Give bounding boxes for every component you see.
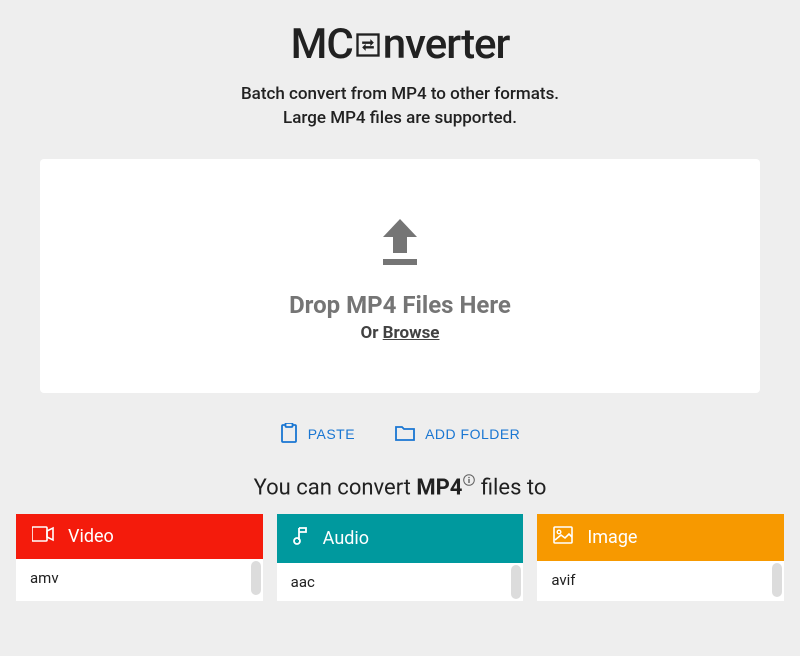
video-camera-icon — [32, 526, 54, 547]
page-subtitle: Batch convert from MP4 to other formats.… — [10, 83, 790, 131]
or-browse-text: Or Browse — [60, 323, 740, 343]
subtitle-line-2: Large MP4 files are supported. — [10, 107, 790, 131]
music-note-icon — [293, 526, 309, 551]
browse-link[interactable]: Browse — [383, 323, 440, 343]
paste-label: PASTE — [308, 426, 355, 442]
folder-icon — [395, 425, 415, 444]
add-folder-button[interactable]: ADD FOLDER — [395, 423, 520, 446]
audio-card-body[interactable]: aac — [277, 563, 524, 601]
video-format-item[interactable]: amv — [30, 569, 59, 587]
video-card: Video amv — [16, 514, 263, 601]
logo-prefix: MC — [291, 20, 353, 69]
audio-card-header: Audio — [277, 514, 524, 563]
scrollbar[interactable] — [251, 561, 261, 595]
image-icon — [553, 526, 573, 549]
image-card-title: Image — [587, 527, 637, 548]
image-card: Image avif — [537, 514, 784, 601]
info-icon[interactable] — [463, 474, 475, 486]
logo: MC nverter — [10, 20, 790, 69]
drop-text: Drop MP4 Files Here — [60, 291, 740, 319]
convert-heading: You can convert MP4 files to — [10, 474, 790, 500]
format-cards: Video amv Audio aac — [10, 514, 790, 601]
audio-card: Audio aac — [277, 514, 524, 601]
audio-card-title: Audio — [323, 528, 369, 549]
image-card-header: Image — [537, 514, 784, 561]
add-folder-label: ADD FOLDER — [425, 426, 520, 442]
image-card-body[interactable]: avif — [537, 561, 784, 599]
swap-icon — [354, 31, 382, 59]
image-format-item[interactable]: avif — [551, 571, 575, 589]
video-card-body[interactable]: amv — [16, 559, 263, 597]
format-name: MP4 — [416, 475, 462, 500]
scrollbar[interactable] — [772, 563, 782, 597]
file-dropzone[interactable]: Drop MP4 Files Here Or Browse — [40, 159, 760, 393]
paste-button[interactable]: PASTE — [280, 423, 355, 446]
action-row: PASTE ADD FOLDER — [10, 423, 790, 446]
scrollbar[interactable] — [511, 565, 521, 599]
video-card-title: Video — [68, 526, 114, 547]
subtitle-line-1: Batch convert from MP4 to other formats. — [10, 83, 790, 107]
logo-suffix: nverter — [383, 20, 510, 69]
clipboard-icon — [280, 423, 298, 446]
upload-icon — [60, 219, 740, 267]
audio-format-item[interactable]: aac — [291, 573, 315, 591]
video-card-header: Video — [16, 514, 263, 559]
